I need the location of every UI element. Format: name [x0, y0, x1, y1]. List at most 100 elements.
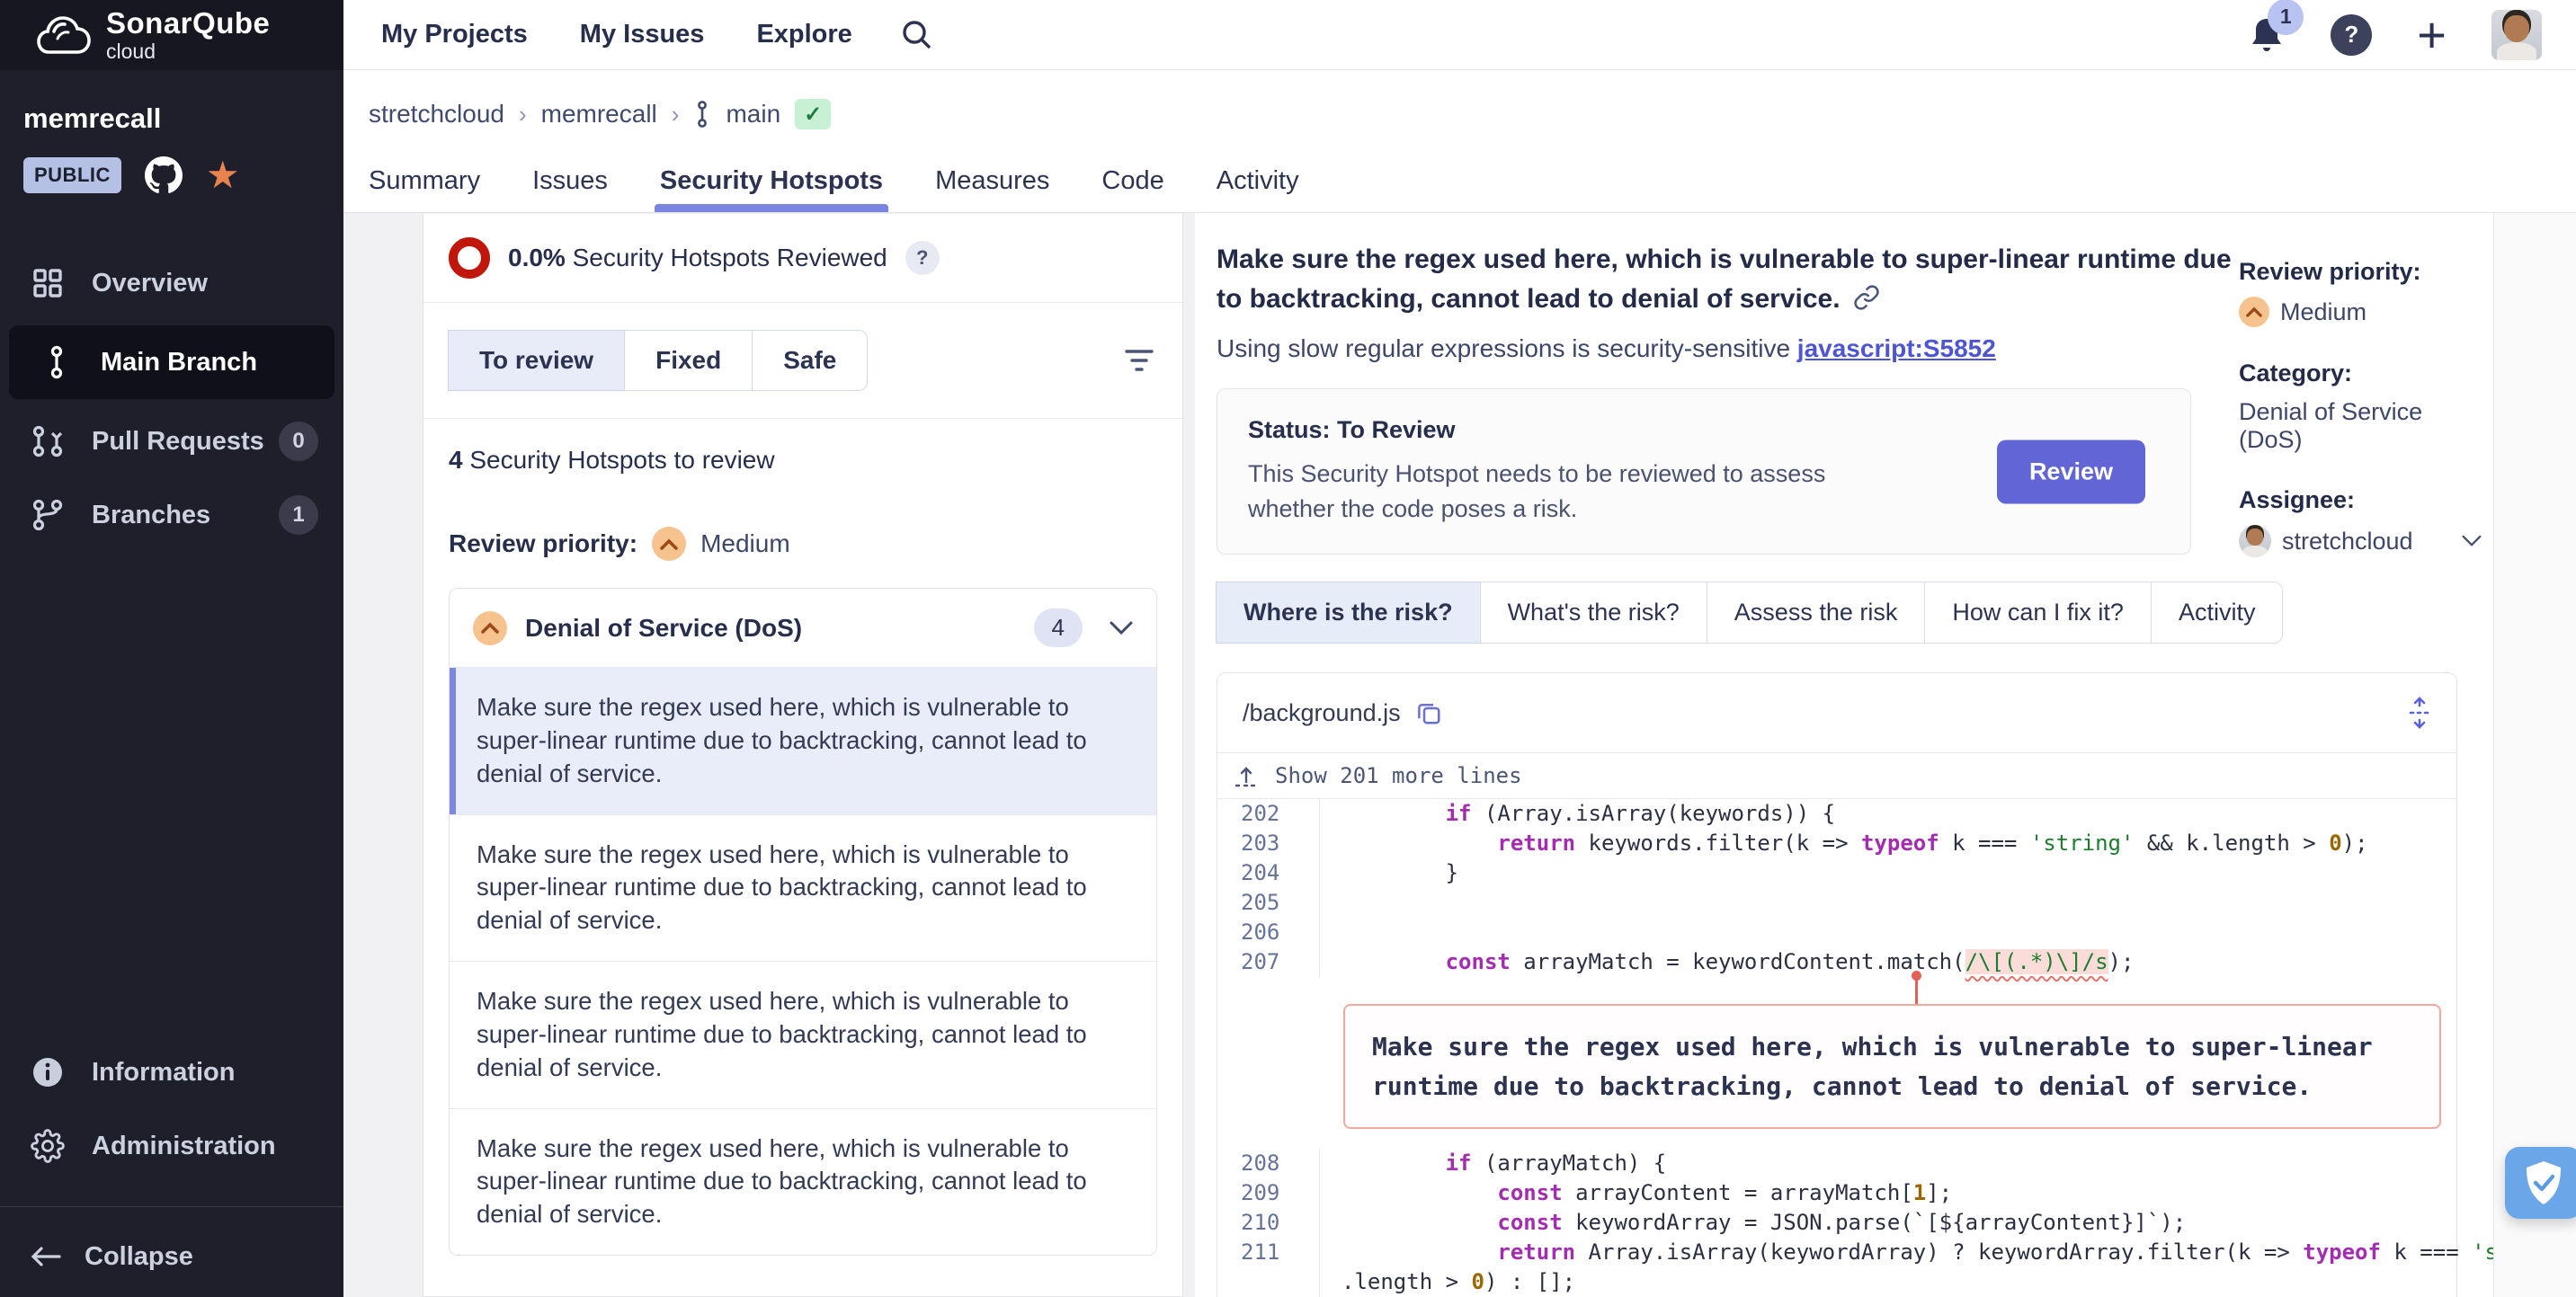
favorite-star-icon[interactable]: ★	[206, 156, 240, 194]
information-icon	[29, 1055, 67, 1089]
code-text: const arrayMatch = keywordContent.match(…	[1320, 947, 2134, 977]
code-viewer: /background.js Show 201 more lines 202 i…	[1217, 672, 2457, 1297]
status-filter-button[interactable]: To review	[448, 330, 625, 391]
top-nav-link[interactable]: Explore	[756, 20, 851, 49]
breadcrumb-org[interactable]: stretchcloud	[369, 100, 504, 129]
sidebar-item-overview[interactable]: Overview	[0, 246, 343, 320]
project-tab[interactable]: Measures	[935, 149, 1049, 212]
search-icon[interactable]	[899, 17, 935, 53]
status-filter-button[interactable]: Fixed	[624, 330, 753, 391]
breadcrumb-branch[interactable]: main	[726, 100, 780, 129]
inline-warning: Make sure the regex used here, which is …	[1343, 1004, 2441, 1129]
project-tab[interactable]: Code	[1101, 149, 1163, 212]
project-tab[interactable]: Activity	[1217, 149, 1299, 212]
top-nav-links: My Projects My Issues Explore	[381, 20, 852, 49]
category-group-title: Denial of Service (DoS)	[525, 614, 802, 643]
code-text	[1320, 918, 1341, 947]
copy-icon[interactable]	[1415, 699, 1442, 726]
project-tabs: Summary Issues Security Hotspots Measures Co…	[343, 149, 2576, 212]
hotspots-count: 4 Security Hotspots to review	[423, 419, 1182, 502]
category-value: Denial of Service (DoS)	[2239, 398, 2482, 454]
sidebar-item-pull-requests[interactable]: Pull Requests 0	[0, 404, 343, 478]
code-line[interactable]: 207 const arrayMatch = keywordContent.ma…	[1217, 947, 2456, 977]
line-number[interactable]: 205	[1217, 888, 1320, 918]
code-line[interactable]: 202 if (Array.isArray(keywords)) {	[1217, 799, 2456, 829]
category-group-header[interactable]: Denial of Service (DoS) 4	[450, 589, 1156, 667]
hotspot-list-item[interactable]: Make sure the regex used here, which is …	[450, 961, 1156, 1108]
assignee-avatar	[2239, 525, 2271, 557]
hotspot-list-item[interactable]: Make sure the regex used here, which is …	[450, 1108, 1156, 1256]
review-button[interactable]: Review	[1997, 440, 2145, 503]
pull-request-icon	[29, 423, 67, 459]
brand-name: SonarQube	[106, 8, 270, 38]
line-number[interactable]: 203	[1217, 829, 1320, 858]
filter-icon[interactable]	[1121, 346, 1157, 375]
line-number[interactable]: 204	[1217, 858, 1320, 888]
arrow-left-icon	[29, 1243, 63, 1270]
assignee-label: Assignee:	[2239, 486, 2482, 514]
security-assistant-widget[interactable]	[2505, 1147, 2576, 1219]
hotspot-items: Make sure the regex used here, which is …	[450, 667, 1156, 1255]
code-line[interactable]: 205	[1217, 888, 2456, 918]
add-icon[interactable]: +	[2417, 17, 2447, 53]
help-icon[interactable]: ?	[2331, 14, 2372, 56]
help-icon[interactable]: ?	[905, 241, 940, 275]
risk-tab[interactable]: How can I fix it?	[1924, 582, 2152, 644]
line-number[interactable]: 210	[1217, 1208, 1320, 1238]
sidebar-item-information[interactable]: Information	[0, 1035, 343, 1109]
notifications-bell-icon[interactable]: 1	[2248, 15, 2286, 55]
risk-tab[interactable]: Activity	[2151, 582, 2284, 644]
code-line[interactable]: 211 return Array.isArray(keywordArray) ?…	[1217, 1238, 2456, 1297]
project-tab[interactable]: Issues	[532, 149, 608, 212]
sidebar-item-branches[interactable]: Branches 1	[0, 478, 343, 552]
review-priority-value: Medium	[700, 529, 790, 558]
medium-priority-icon	[473, 611, 507, 645]
notification-count-badge: 1	[2268, 0, 2304, 35]
top-nav-link[interactable]: My Projects	[381, 20, 528, 49]
file-path[interactable]: /background.js	[1243, 699, 1401, 727]
code-line[interactable]: 208 if (arrayMatch) {	[1217, 1149, 2456, 1178]
code-line[interactable]: 204 }	[1217, 858, 2456, 888]
project-tab[interactable]: Security Hotspots	[660, 149, 883, 212]
permalink-icon[interactable]	[1853, 284, 1880, 311]
risk-tab[interactable]: Where is the risk?	[1216, 582, 1481, 644]
code-line[interactable]: 210 const keywordArray = JSON.parse(`[${…	[1217, 1208, 2456, 1238]
medium-priority-icon	[2239, 297, 2269, 327]
rule-link[interactable]: javascript:S5852	[1797, 334, 1996, 362]
top-navigation-bar: SonarQube cloud My Projects My Issues Expl…	[0, 0, 2576, 70]
branch-icon	[38, 344, 76, 380]
line-number[interactable]: 208	[1217, 1149, 1320, 1178]
sidebar-item-main-branch[interactable]: Main Branch	[9, 325, 334, 399]
sidebar-collapse-button[interactable]: Collapse	[0, 1216, 343, 1297]
risk-tab[interactable]: What's the risk?	[1480, 582, 1707, 644]
expand-vertical-icon[interactable]	[2408, 697, 2431, 729]
quality-gate-passed-badge: ✓	[795, 99, 831, 129]
code-text: return Array.isArray(keywordArray) ? key…	[1320, 1238, 2576, 1297]
expand-up-icon	[1234, 764, 1259, 787]
code-line[interactable]: 209 const arrayContent = arrayMatch[1];	[1217, 1178, 2456, 1208]
project-tab[interactable]: Summary	[369, 149, 480, 212]
breadcrumb: stretchcloud › memrecall › main ✓	[343, 70, 2576, 129]
show-more-lines-top[interactable]: Show 201 more lines	[1217, 752, 2456, 799]
line-number[interactable]: 206	[1217, 918, 1320, 947]
line-number[interactable]: 207	[1217, 947, 1320, 977]
rule-description: Using slow regular expressions is securi…	[1217, 334, 1797, 362]
assignee-select[interactable]: stretchcloud	[2239, 525, 2482, 557]
status-filter-button[interactable]: Safe	[752, 330, 868, 391]
code-text: const keywordArray = JSON.parse(`[${arra…	[1320, 1208, 2186, 1238]
line-number[interactable]: 202	[1217, 799, 1320, 829]
line-number[interactable]: 209	[1217, 1178, 1320, 1208]
sonarqube-logo[interactable]: SonarQube cloud	[0, 0, 343, 70]
sidebar-item-administration[interactable]: Administration	[0, 1109, 343, 1183]
github-icon[interactable]	[145, 156, 183, 194]
code-line[interactable]: 206	[1217, 918, 2456, 947]
breadcrumb-project[interactable]: memrecall	[541, 100, 657, 129]
risk-tab[interactable]: Assess the risk	[1707, 582, 1926, 644]
code-line[interactable]: 203 return keywords.filter(k => typeof k…	[1217, 829, 2456, 858]
hotspot-list-item[interactable]: Make sure the regex used here, which is …	[450, 814, 1156, 962]
line-number[interactable]: 211	[1217, 1238, 1320, 1297]
top-nav-link[interactable]: My Issues	[580, 20, 705, 49]
hotspot-list-item[interactable]: Make sure the regex used here, which is …	[450, 667, 1156, 814]
user-avatar[interactable]	[2491, 10, 2542, 60]
scrollbar-gutter[interactable]	[2493, 213, 2576, 1297]
